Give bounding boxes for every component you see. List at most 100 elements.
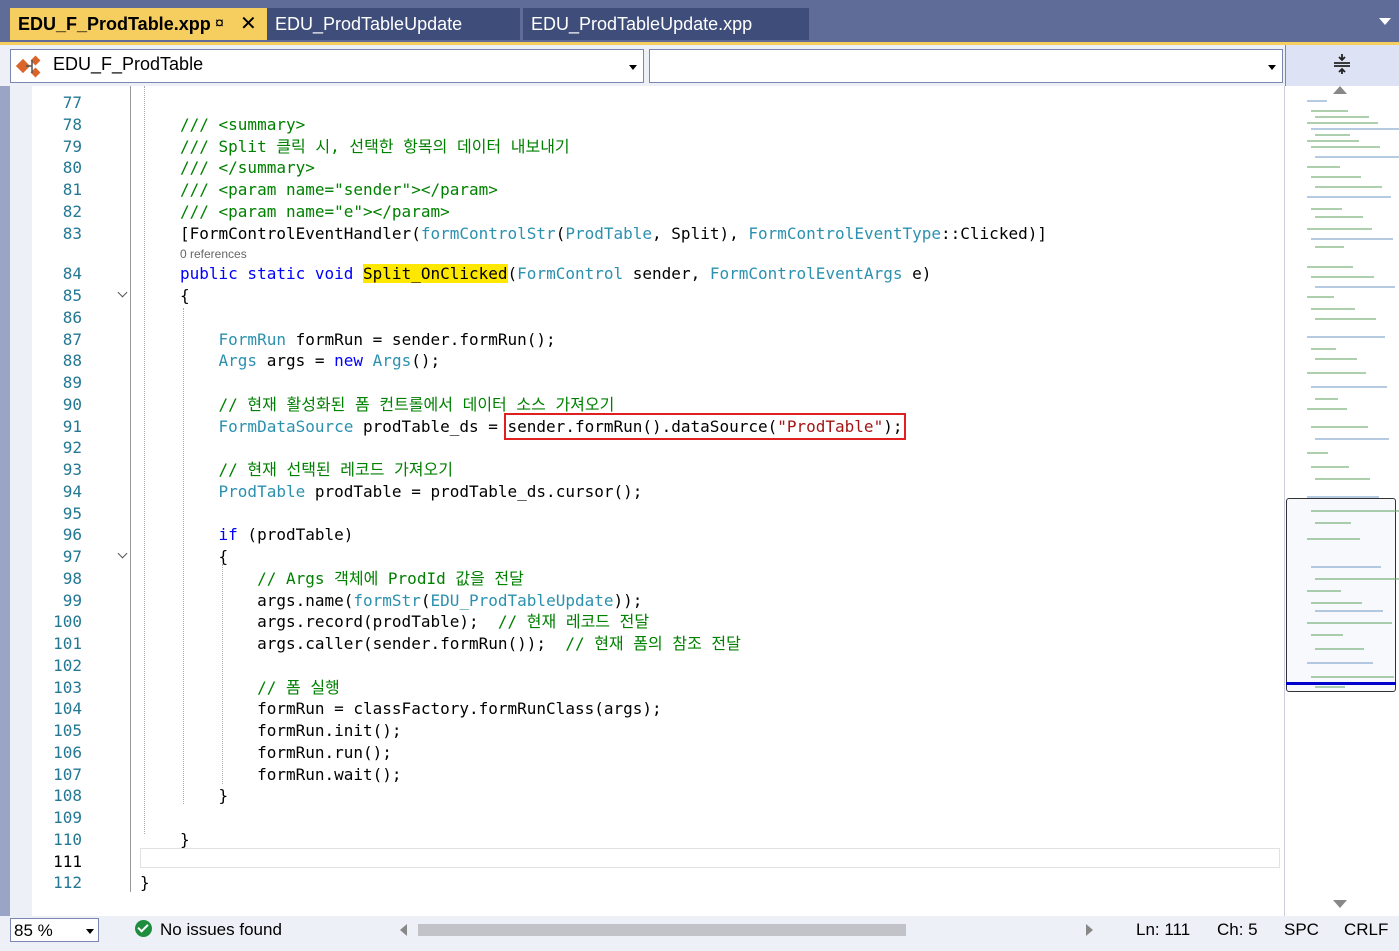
code-line[interactable]: 82 /// <param name="e"></param>	[10, 201, 1284, 223]
column-indicator[interactable]: Ch: 5	[1217, 920, 1258, 940]
code-line[interactable]: 95	[10, 503, 1284, 525]
scroll-down-arrow[interactable]	[1333, 900, 1347, 908]
line-number: 110	[53, 829, 82, 849]
code-line[interactable]: 92	[10, 437, 1284, 459]
code-line[interactable]: 90 // 현재 활성화된 폼 컨트롤에서 데이터 소스 가져오기	[10, 394, 1284, 416]
code-line[interactable]: 111	[10, 851, 1284, 873]
status-bar: 85 % No issues found Ln: 111 Ch: 5 SPC C…	[0, 916, 1399, 951]
code-line[interactable]: 108 }	[10, 785, 1284, 807]
line-number: 87	[62, 329, 82, 349]
line-number: 100	[53, 612, 82, 632]
code-line[interactable]: 87 FormRun formRun = sender.formRun();	[10, 329, 1284, 351]
overview-code-mark	[1307, 100, 1327, 102]
navigation-bar: EDU_F_ProdTable	[0, 42, 1399, 86]
code-text: formRun.run();	[180, 742, 392, 762]
line-number: 104	[53, 699, 82, 719]
code-line[interactable]: 78 /// <summary>	[10, 114, 1284, 136]
overview-code-mark	[1315, 358, 1357, 360]
code-line[interactable]: 112}	[10, 872, 1284, 894]
code-text: FormRun formRun = sender.formRun();	[218, 329, 556, 349]
code-line[interactable]: 79 /// Split 클릭 시, 선택한 항목의 데이터 내보내기	[10, 136, 1284, 158]
line-indicator[interactable]: Ln: 111	[1136, 920, 1190, 940]
line-number: 99	[62, 590, 82, 610]
code-line[interactable]: 91 FormDataSource prodTable_ds = sender.…	[10, 412, 1284, 440]
chevron-down-icon[interactable]	[1379, 18, 1391, 25]
line-number: 111	[53, 851, 82, 871]
code-line[interactable]: 102	[10, 655, 1284, 677]
code-line[interactable]: 103 // 폼 실행	[10, 677, 1284, 699]
code-line[interactable]: 110}	[10, 829, 1284, 851]
line-number: 78	[62, 114, 82, 134]
code-text: // 현재 선택된 레코드 가져오기	[218, 460, 453, 479]
code-line[interactable]: 85 {	[10, 285, 1284, 307]
code-text: [FormControlEventHandler(formControlStr(…	[180, 223, 1047, 243]
code-line[interactable]: 107 formRun.wait();	[10, 764, 1284, 786]
collapse-chevron-icon[interactable]	[117, 287, 129, 301]
code-line[interactable]: 94 ProdTable prodTable = prodTable_ds.cu…	[10, 481, 1284, 503]
codelens-references[interactable]: 0 references	[180, 247, 247, 261]
overview-code-mark	[1307, 538, 1360, 540]
code-line[interactable]: 81 /// <param name="sender"></param>	[10, 179, 1284, 201]
overview-code-mark	[1315, 246, 1344, 248]
line-number: 97	[62, 547, 82, 566]
code-line[interactable]: 97 {	[10, 546, 1284, 568]
code-line[interactable]: 105 formRun.init();	[10, 720, 1284, 742]
overview-code-mark	[1311, 176, 1361, 178]
code-text: args.record(prodTable); // 현재 레코드 전달	[180, 612, 650, 632]
overview-code-mark	[1311, 276, 1374, 278]
no-issues-check-icon[interactable]	[135, 920, 152, 937]
code-line[interactable]: 93 // 현재 선택된 레코드 가져오기	[10, 459, 1284, 481]
code-line[interactable]: 101 args.caller(sender.formRun()); // 현재…	[10, 633, 1284, 655]
zoom-value: 85 %	[14, 921, 53, 940]
code-line[interactable]: 83 [FormControlEventHandler(formControlSt…	[10, 223, 1284, 245]
class-combo[interactable]: EDU_F_ProdTable	[10, 49, 644, 83]
overview-code-mark	[1315, 686, 1345, 688]
scroll-right-arrow[interactable]	[1086, 924, 1093, 936]
code-editor[interactable]: 0 references 77 78 /// <summary> 79 /// Spli…	[10, 86, 1284, 916]
code-line[interactable]: 77	[10, 92, 1284, 114]
scroll-left-arrow[interactable]	[400, 924, 407, 936]
code-line[interactable]: 96 if (prodTable)	[10, 524, 1284, 546]
line-number: 82	[62, 201, 82, 221]
tab-label: EDU_ProdTableUpdate	[275, 14, 463, 34]
close-icon[interactable]: ✕	[240, 8, 257, 40]
overview-code-mark	[1307, 296, 1334, 298]
issues-status[interactable]: No issues found	[160, 920, 282, 940]
overview-code-mark	[1307, 662, 1373, 664]
code-line[interactable]: 80 /// </summary>	[10, 157, 1284, 179]
horizontal-scrollbar-thumb[interactable]	[418, 924, 906, 936]
pin-icon[interactable]: ¤	[215, 8, 224, 40]
overview-code-mark	[1311, 208, 1342, 210]
code-text: /// <param name="sender"></param>	[180, 180, 498, 199]
overview-code-mark	[1307, 408, 1347, 410]
zoom-combo[interactable]: 85 %	[10, 918, 99, 942]
overview-code-mark	[1311, 676, 1394, 678]
document-tab-bar: EDU_F_ProdTable.xpp ¤ ✕ EDU_ProdTableUpd…	[0, 0, 1399, 42]
code-line[interactable]: 106 formRun.run();	[10, 742, 1284, 764]
code-line[interactable]: 89	[10, 372, 1284, 394]
overview-code-mark	[1315, 438, 1389, 440]
overview-code-mark	[1307, 140, 1359, 142]
overview-code-mark	[1311, 238, 1393, 240]
code-text: /// <summary>	[180, 114, 306, 134]
code-line[interactable]: 109	[10, 807, 1284, 829]
code-line[interactable]: 104 formRun = classFactory.formRunClass(…	[10, 698, 1284, 720]
split-window-button[interactable]	[1285, 45, 1399, 86]
scroll-up-arrow[interactable]	[1333, 86, 1347, 94]
line-number: 102	[53, 655, 82, 675]
code-line[interactable]: 84 public static void Split_OnClicked(For…	[10, 263, 1284, 285]
code-overview-map[interactable]	[1284, 86, 1399, 916]
collapse-chevron-icon[interactable]	[117, 548, 129, 562]
member-combo[interactable]	[649, 49, 1283, 83]
code-line[interactable]: 86	[10, 307, 1284, 329]
whitespace-indicator[interactable]: SPC	[1284, 920, 1319, 940]
tab-edu-prodtableupdate-xpp[interactable]: EDU_ProdTableUpdate.xpp	[523, 8, 809, 40]
code-line[interactable]: 99 args.name(formStr(EDU_ProdTableUpdate…	[10, 590, 1284, 612]
code-line[interactable]: 88 Args args = new Args();	[10, 350, 1284, 372]
line-ending-indicator[interactable]: CRLF	[1344, 920, 1388, 940]
tab-edu-prodtableupdate[interactable]: EDU_ProdTableUpdate	[267, 8, 520, 40]
tab-edu-f-prodtable-xpp[interactable]: EDU_F_ProdTable.xpp ¤ ✕	[10, 8, 267, 40]
code-text: /// </summary>	[180, 158, 315, 178]
code-line[interactable]: 98 // Args 객체에 ProdId 값을 전달	[10, 568, 1284, 590]
code-line[interactable]: 100 args.record(prodTable); // 현재 레코드 전달	[10, 611, 1284, 633]
